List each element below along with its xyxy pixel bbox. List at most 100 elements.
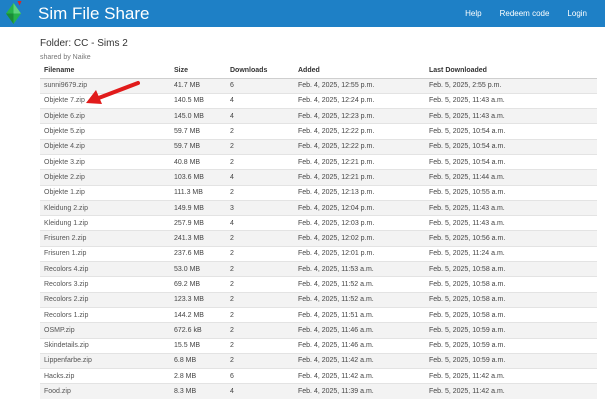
file-downloads: 2	[226, 276, 294, 293]
file-downloads: 6	[226, 77, 294, 94]
file-size: 41.7 MB	[170, 77, 226, 94]
file-link[interactable]: Food.zip	[40, 383, 170, 400]
file-link[interactable]: Frisuren 2.zip	[40, 230, 170, 247]
table-row: Objekte 6.zip 145.0 MB 4 Feb. 4, 2025, 1…	[40, 108, 597, 124]
file-size: 237.6 MB	[170, 245, 226, 262]
file-added: Feb. 4, 2025, 11:39 a.m.	[294, 383, 425, 400]
file-last-downloaded: Feb. 5, 2025, 10:59 a.m.	[425, 352, 597, 369]
file-added: Feb. 4, 2025, 11:42 a.m.	[294, 368, 425, 384]
brand-link[interactable]: Sim File Share	[38, 3, 149, 24]
header-added[interactable]: Added	[294, 64, 425, 79]
file-downloads: 2	[226, 291, 294, 308]
table-row: Objekte 4.zip 59.7 MB 2 Feb. 4, 2025, 12…	[40, 138, 597, 155]
file-downloads: 4	[226, 108, 294, 124]
header-downloads[interactable]: Downloads	[226, 64, 294, 79]
file-link[interactable]: Objekte 1.zip	[40, 184, 170, 201]
file-link[interactable]: Recolors 2.zip	[40, 291, 170, 308]
file-link[interactable]: Kleidung 1.zip	[40, 215, 170, 231]
file-added: Feb. 4, 2025, 11:52 a.m.	[294, 276, 425, 293]
file-link[interactable]: Objekte 5.zip	[40, 123, 170, 140]
file-downloads: 2	[226, 245, 294, 262]
table-row: Skindetails.zip 15.5 MB 2 Feb. 4, 2025, …	[40, 337, 597, 354]
file-added: Feb. 4, 2025, 11:51 a.m.	[294, 306, 425, 323]
table-row: Lippenfarbe.zip 6.8 MB 2 Feb. 4, 2025, 1…	[40, 352, 597, 369]
file-last-downloaded: Feb. 5, 2025, 10:54 a.m.	[425, 153, 597, 170]
file-size: 59.7 MB	[170, 123, 226, 140]
file-last-downloaded: Feb. 5, 2025, 11:43 a.m.	[425, 92, 597, 109]
file-last-downloaded: Feb. 5, 2025, 11:43 a.m.	[425, 215, 597, 231]
file-link[interactable]: Recolors 3.zip	[40, 276, 170, 293]
table-row: Recolors 2.zip 123.3 MB 2 Feb. 4, 2025, …	[40, 291, 597, 308]
file-added: Feb. 4, 2025, 12:24 p.m.	[294, 92, 425, 109]
nav-login-link[interactable]: Login	[567, 9, 587, 18]
header-size[interactable]: Size	[170, 64, 226, 79]
file-link[interactable]: Recolors 1.zip	[40, 306, 170, 323]
table-row: Objekte 5.zip 59.7 MB 2 Feb. 4, 2025, 12…	[40, 123, 597, 140]
file-last-downloaded: Feb. 5, 2025, 11:42 a.m.	[425, 383, 597, 400]
file-size: 111.3 MB	[170, 184, 226, 201]
file-link[interactable]: Skindetails.zip	[40, 337, 170, 354]
header-last-downloaded[interactable]: Last Downloaded	[425, 64, 597, 79]
file-link[interactable]: Frisuren 1.zip	[40, 245, 170, 262]
file-link[interactable]: Objekte 2.zip	[40, 169, 170, 186]
table-header-row: Filename Size Downloads Added Last Downl…	[40, 64, 597, 79]
file-last-downloaded: Feb. 5, 2025, 11:42 a.m.	[425, 368, 597, 384]
header-filename[interactable]: Filename	[40, 64, 170, 79]
table-row: Food.zip 8.3 MB 4 Feb. 4, 2025, 11:39 a.…	[40, 383, 597, 400]
file-added: Feb. 4, 2025, 12:22 p.m.	[294, 123, 425, 140]
file-added: Feb. 4, 2025, 11:52 a.m.	[294, 291, 425, 308]
file-link[interactable]: Lippenfarbe.zip	[40, 352, 170, 369]
file-downloads: 2	[226, 153, 294, 170]
file-downloads: 4	[226, 215, 294, 231]
file-downloads: 2	[226, 184, 294, 201]
file-size: 6.8 MB	[170, 352, 226, 369]
file-last-downloaded: Feb. 5, 2025, 10:54 a.m.	[425, 138, 597, 155]
file-last-downloaded: Feb. 5, 2025, 10:58 a.m.	[425, 306, 597, 323]
file-downloads: 4	[226, 383, 294, 400]
file-last-downloaded: Feb. 5, 2025, 10:59 a.m.	[425, 322, 597, 339]
file-last-downloaded: Feb. 5, 2025, 10:58 a.m.	[425, 291, 597, 308]
file-link[interactable]: Objekte 4.zip	[40, 138, 170, 155]
file-last-downloaded: Feb. 5, 2025, 10:58 a.m.	[425, 261, 597, 277]
file-last-downloaded: Feb. 5, 2025, 11:43 a.m.	[425, 108, 597, 124]
file-added: Feb. 4, 2025, 12:01 p.m.	[294, 245, 425, 262]
top-navbar: Sim File Share Help Redeem code Login	[0, 0, 605, 27]
file-size: 15.5 MB	[170, 337, 226, 354]
file-link[interactable]: Objekte 6.zip	[40, 108, 170, 124]
file-size: 2.8 MB	[170, 368, 226, 384]
file-added: Feb. 4, 2025, 12:02 p.m.	[294, 230, 425, 247]
file-size: 149.9 MB	[170, 199, 226, 216]
file-downloads: 4	[226, 169, 294, 186]
plumbob-logo-icon	[6, 1, 22, 24]
file-added: Feb. 4, 2025, 12:21 p.m.	[294, 169, 425, 186]
nav-help-link[interactable]: Help	[465, 9, 481, 18]
file-size: 40.8 MB	[170, 153, 226, 170]
nav-redeem-code-link[interactable]: Redeem code	[500, 9, 550, 18]
file-last-downloaded: Feb. 5, 2025, 11:24 a.m.	[425, 245, 597, 262]
file-size: 59.7 MB	[170, 138, 226, 155]
file-added: Feb. 4, 2025, 12:55 p.m.	[294, 77, 425, 94]
file-size: 69.2 MB	[170, 276, 226, 293]
file-added: Feb. 4, 2025, 11:53 a.m.	[294, 261, 425, 277]
file-downloads: 2	[226, 261, 294, 277]
table-row: Kleidung 2.zip 149.9 MB 3 Feb. 4, 2025, …	[40, 199, 597, 216]
file-link[interactable]: Hacks.zip	[40, 368, 170, 384]
file-link[interactable]: Recolors 4.zip	[40, 261, 170, 277]
file-link[interactable]: OSMP.zip	[40, 322, 170, 339]
file-downloads: 2	[226, 306, 294, 323]
folder-title: Folder: CC - Sims 2	[40, 38, 128, 49]
file-downloads: 3	[226, 199, 294, 216]
files-table: Filename Size Downloads Added Last Downl…	[40, 64, 597, 400]
table-row: Objekte 3.zip 40.8 MB 2 Feb. 4, 2025, 12…	[40, 153, 597, 170]
file-link[interactable]: Kleidung 2.zip	[40, 199, 170, 216]
file-downloads: 2	[226, 322, 294, 339]
file-link[interactable]: Objekte 3.zip	[40, 153, 170, 170]
table-row: Hacks.zip 2.8 MB 6 Feb. 4, 2025, 11:42 a…	[40, 368, 597, 384]
file-size: 257.9 MB	[170, 215, 226, 231]
file-size: 241.3 MB	[170, 230, 226, 247]
table-row: Recolors 4.zip 53.0 MB 2 Feb. 4, 2025, 1…	[40, 261, 597, 277]
file-size: 53.0 MB	[170, 261, 226, 277]
file-downloads: 4	[226, 92, 294, 109]
file-downloads: 2	[226, 352, 294, 369]
file-downloads: 2	[226, 138, 294, 155]
